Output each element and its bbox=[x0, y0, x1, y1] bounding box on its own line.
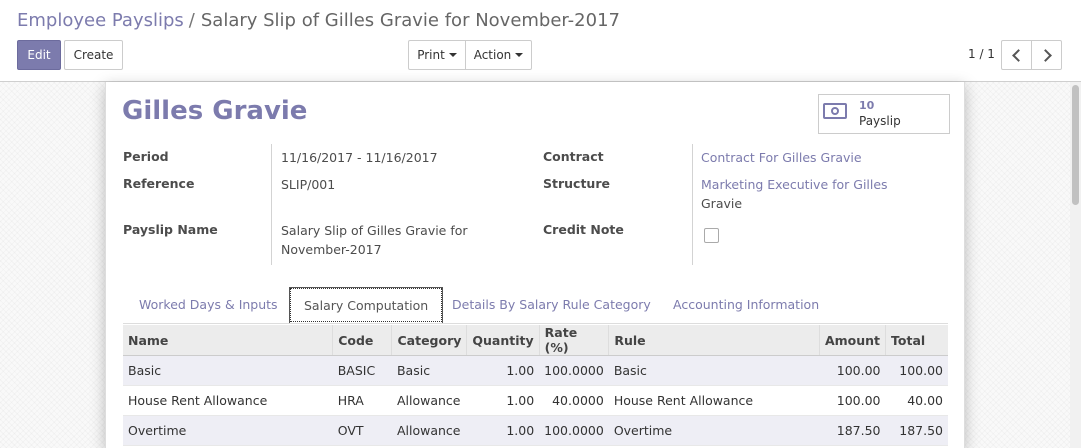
table-row[interactable]: Overtime OVT Allowance 1.00 100.0000 Ove… bbox=[123, 415, 948, 446]
structure-link-line2[interactable]: Gravie bbox=[701, 194, 742, 213]
cell-name: Basic bbox=[123, 355, 333, 386]
column-header-quantity[interactable]: Quantity bbox=[466, 325, 540, 356]
pager-next-button[interactable] bbox=[1031, 40, 1062, 70]
reference-label: Reference bbox=[123, 176, 195, 191]
cell-quantity: 1.00 bbox=[466, 415, 540, 446]
cell-rule: Basic bbox=[608, 355, 820, 386]
cell-category: Allowance bbox=[391, 385, 467, 416]
column-header-rule[interactable]: Rule bbox=[608, 325, 820, 356]
contract-label: Contract bbox=[543, 149, 604, 164]
chevron-left-icon bbox=[1011, 48, 1025, 62]
action-dropdown-button[interactable]: Action bbox=[465, 40, 532, 70]
money-icon bbox=[823, 103, 847, 119]
print-dropdown-button[interactable]: Print bbox=[408, 40, 466, 70]
cell-rate: 100.0000 bbox=[539, 355, 609, 386]
payslip-count: 10 bbox=[859, 99, 875, 112]
structure-label: Structure bbox=[543, 176, 610, 191]
column-header-amount[interactable]: Amount bbox=[819, 325, 887, 356]
control-panel: Employee Payslips / Salary Slip of Gilles … bbox=[0, 0, 1081, 82]
cell-name: House Rent Allowance bbox=[123, 385, 333, 416]
print-button-label: Print bbox=[417, 48, 445, 62]
credit-note-checkbox[interactable] bbox=[704, 228, 719, 243]
cell-amount: 100.00 bbox=[819, 355, 886, 386]
tab-accounting-information[interactable]: Accounting Information bbox=[673, 287, 819, 323]
period-label: Period bbox=[123, 149, 169, 164]
structure-link-line1[interactable]: Marketing Executive for Gilles bbox=[701, 175, 888, 194]
form-sheet: Gilles Gravie 10 Payslip Period 11/16/20… bbox=[105, 82, 965, 448]
cell-code: OVT bbox=[332, 415, 392, 446]
cell-total: 100.00 bbox=[885, 355, 948, 386]
cell-amount: 100.00 bbox=[819, 385, 886, 416]
scrollbar[interactable] bbox=[1070, 82, 1081, 448]
field-divider bbox=[271, 144, 272, 265]
salary-computation-table: Name Code Category Quantity Rate (%) Rul… bbox=[123, 325, 948, 446]
table-row[interactable]: House Rent Allowance HRA Allowance 1.00 … bbox=[123, 385, 948, 416]
breadcrumb: Employee Payslips / Salary Slip of Gilles … bbox=[17, 10, 620, 31]
column-header-rate[interactable]: Rate (%) bbox=[539, 325, 610, 356]
caret-down-icon bbox=[515, 53, 524, 57]
caret-down-icon bbox=[448, 53, 457, 57]
create-button-label: Create bbox=[73, 48, 114, 62]
cell-rule: House Rent Allowance bbox=[608, 385, 820, 416]
tab-worked-days-inputs[interactable]: Worked Days & Inputs bbox=[139, 287, 278, 323]
scrollbar-thumb[interactable] bbox=[1072, 85, 1079, 205]
reference-value: SLIP/001 bbox=[281, 177, 336, 192]
contract-link[interactable]: Contract For Gilles Gravie bbox=[701, 148, 862, 167]
payslip-smart-label: Payslip bbox=[859, 114, 901, 128]
cell-category: Allowance bbox=[391, 415, 467, 446]
breadcrumb-current: Salary Slip of Gilles Gravie for Novembe… bbox=[200, 10, 620, 31]
action-button-label: Action bbox=[473, 48, 512, 62]
payslip-name-value-line2: November-2017 bbox=[281, 242, 382, 257]
table-header-row: Name Code Category Quantity Rate (%) Rul… bbox=[123, 325, 948, 356]
edit-button-label: Edit bbox=[27, 48, 51, 62]
breadcrumb-separator: / bbox=[188, 10, 195, 31]
cell-rule: Overtime bbox=[608, 415, 820, 446]
cell-rate: 40.0000 bbox=[539, 385, 609, 416]
breadcrumb-employee-payslips[interactable]: Employee Payslips bbox=[17, 10, 184, 31]
cell-amount: 187.50 bbox=[819, 415, 886, 446]
cell-total: 40.00 bbox=[885, 385, 948, 416]
cell-name: Overtime bbox=[123, 415, 333, 446]
payslip-name-value-line1: Salary Slip of Gilles Gravie for bbox=[281, 223, 468, 238]
cell-quantity: 1.00 bbox=[466, 355, 540, 386]
table-row[interactable]: Basic BASIC Basic 1.00 100.0000 Basic 10… bbox=[123, 355, 948, 386]
tab-salary-computation[interactable]: Salary Computation bbox=[289, 287, 444, 323]
credit-note-label: Credit Note bbox=[543, 222, 624, 237]
cell-code: HRA bbox=[332, 385, 392, 416]
chevron-right-icon bbox=[1038, 48, 1052, 62]
employee-name-title: Gilles Gravie bbox=[122, 96, 308, 126]
column-header-total[interactable]: Total bbox=[885, 325, 948, 356]
cell-code: BASIC bbox=[332, 355, 392, 386]
tab-details-by-salary-rule-category[interactable]: Details By Salary Rule Category bbox=[452, 287, 651, 323]
tab-divider bbox=[123, 323, 948, 324]
payslip-name-label: Payslip Name bbox=[123, 222, 218, 237]
create-button[interactable]: Create bbox=[64, 40, 123, 70]
period-value: 11/16/2017 - 11/16/2017 bbox=[281, 150, 438, 165]
cell-category: Basic bbox=[391, 355, 467, 386]
pager-value: 1 / 1 bbox=[968, 47, 995, 61]
cell-quantity: 1.00 bbox=[466, 385, 540, 416]
field-divider bbox=[692, 144, 693, 265]
column-header-name[interactable]: Name bbox=[123, 325, 334, 356]
payslip-smart-button[interactable]: 10 Payslip bbox=[818, 94, 950, 134]
cell-total: 187.50 bbox=[885, 415, 948, 446]
cell-rate: 100.0000 bbox=[539, 415, 609, 446]
column-header-code[interactable]: Code bbox=[332, 325, 393, 356]
pager-previous-button[interactable] bbox=[1001, 40, 1032, 70]
edit-button[interactable]: Edit bbox=[17, 40, 61, 70]
column-header-category[interactable]: Category bbox=[391, 325, 468, 356]
